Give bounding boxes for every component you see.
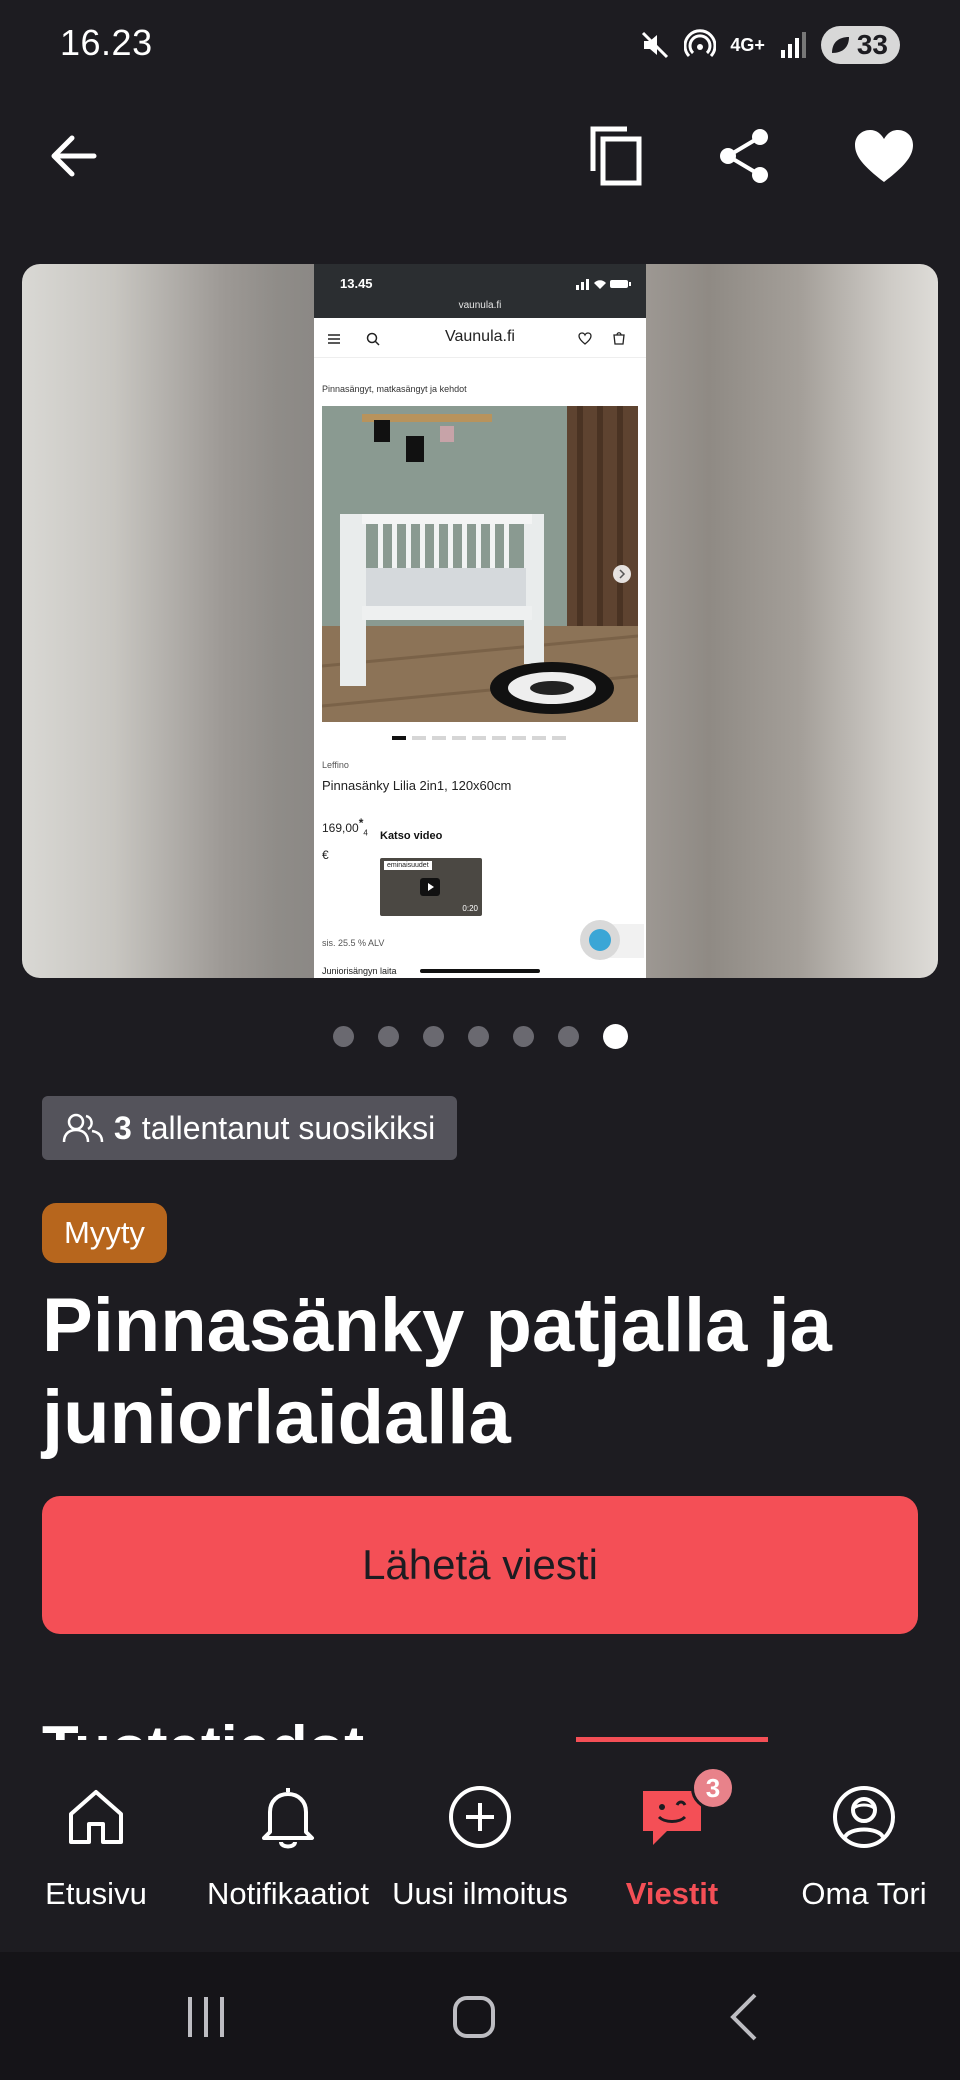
screenshot-product-name: Pinnasänky Lilia 2in1, 120x60cm xyxy=(322,778,512,793)
recents-button[interactable] xyxy=(166,1982,246,2052)
screenshot-price-sub: 4 xyxy=(363,828,368,838)
screenshot-site-header: Vaunula.fi xyxy=(314,318,646,358)
back-button[interactable] xyxy=(34,116,114,196)
listing-title: Pinnasänky patjalla ja juniorlaidalla xyxy=(42,1283,832,1460)
screenshot-time: 13.45 xyxy=(340,276,373,291)
screenshot-currency: € xyxy=(322,848,329,863)
bell-icon xyxy=(262,1788,314,1849)
messages-badge: 3 xyxy=(691,1766,735,1810)
chevron-left-icon xyxy=(730,1993,757,2041)
screenshot-video-duration: 0:20 xyxy=(462,904,478,913)
plus-circle-icon xyxy=(449,1786,511,1848)
nav-item-messages[interactable]: 3 Viestit xyxy=(576,1742,768,1952)
share-icon xyxy=(720,129,768,183)
pager-dot-active[interactable] xyxy=(602,1024,628,1049)
screenshot-carousel-dots xyxy=(392,736,566,740)
chat-bubble-icon xyxy=(580,920,644,960)
screenshot-status-icons xyxy=(576,279,631,290)
crib-photo xyxy=(322,406,638,722)
gallery-image: 13.45 vaunula.fi Vaunula.fi Pinnasängyt,… xyxy=(314,264,646,978)
home-button[interactable] xyxy=(434,1982,514,2052)
nav-item-notifications[interactable]: Notifikaatiot xyxy=(192,1742,384,1952)
pager-dot[interactable] xyxy=(377,1026,399,1047)
wishlist-icon xyxy=(578,332,592,345)
battery-level: 33 xyxy=(856,29,888,60)
screenshot-vat: sis. 25.5 % ALV xyxy=(322,938,385,948)
leaf-icon xyxy=(831,37,849,53)
image-gallery[interactable]: 13.45 vaunula.fi Vaunula.fi Pinnasängyt,… xyxy=(22,264,938,978)
screenshot-price: 169,00*4 € xyxy=(322,812,368,866)
section-heading-peek: Tuotetiedot xyxy=(42,1718,364,1740)
screenshot-url: vaunula.fi xyxy=(458,300,502,311)
pager-dot[interactable] xyxy=(467,1026,489,1047)
arrow-left-icon xyxy=(51,135,97,177)
screenshot-breadcrumb: Pinnasängyt, matkasängyt ja kehdot xyxy=(322,384,467,394)
nav-label-profile: Oma Tori xyxy=(801,1876,927,1911)
favorite-count: 3 xyxy=(114,1109,132,1146)
screenshot-home-indicator xyxy=(420,969,540,973)
favorite-button[interactable] xyxy=(844,116,924,196)
profile-icon xyxy=(833,1786,895,1848)
screenshot-brand: Leffino xyxy=(322,760,349,770)
status-icons: 4G+ 33 xyxy=(640,26,900,64)
signal-icon xyxy=(780,32,806,58)
nav-label-notifications: Notifikaatiot xyxy=(207,1876,369,1911)
network-label: 4G+ xyxy=(730,34,765,55)
gallery-pager[interactable] xyxy=(0,1024,960,1049)
nav-label-new-listing: Uusi ilmoitus xyxy=(392,1876,568,1911)
hotspot-icon xyxy=(684,29,717,58)
status-badge: Myyty xyxy=(42,1203,167,1263)
system-navigation-bar xyxy=(0,1952,960,2080)
mute-icon xyxy=(642,31,669,59)
system-back-button[interactable] xyxy=(704,1982,784,2052)
pager-dot[interactable] xyxy=(422,1026,444,1047)
pager-dot[interactable] xyxy=(332,1026,354,1047)
screenshot-video-title: Katso video xyxy=(380,830,443,842)
favorite-count-text: tallentanut suosikiksi xyxy=(141,1109,436,1146)
recents-icon xyxy=(188,1997,224,2037)
cart-icon xyxy=(613,332,625,345)
favorite-count-chip: 3 tallentanut suosikiksi xyxy=(42,1096,458,1160)
nav-item-home[interactable]: Etusivu xyxy=(0,1742,192,1952)
nav-label-messages: Viestit xyxy=(625,1876,719,1911)
nav-item-new-listing[interactable]: Uusi ilmoitus xyxy=(384,1742,576,1952)
status-time: 16.23 xyxy=(60,22,153,63)
battery-indicator: 33 xyxy=(820,26,900,64)
bottom-navigation: Etusivu Notifikaatiot Uusi ilmoitus 3 Vi… xyxy=(0,1742,960,1952)
pager-dot[interactable] xyxy=(512,1026,534,1047)
heart-icon xyxy=(855,130,913,182)
screenshot-status-bar: 13.45 vaunula.fi xyxy=(314,264,646,318)
nav-item-profile[interactable]: Oma Tori xyxy=(768,1742,960,1952)
home-square-icon xyxy=(453,1996,495,2038)
screenshot-junior-text: Juniorisängyn laita xyxy=(322,966,397,976)
screenshot-video-caption: eminaisuudet xyxy=(384,861,432,870)
copy-button[interactable] xyxy=(576,116,656,196)
people-icon xyxy=(62,1113,104,1143)
screenshot-site-logo: Vaunula.fi xyxy=(445,328,515,345)
send-message-button[interactable]: Lähetä viesti xyxy=(42,1496,918,1634)
screenshot-price-value: 169,00 xyxy=(322,821,359,835)
nav-label-home: Etusivu xyxy=(45,1876,147,1911)
play-icon xyxy=(420,878,440,896)
home-icon xyxy=(69,1790,123,1844)
share-button[interactable] xyxy=(704,116,784,196)
screenshot-video-thumb: eminaisuudet 0:20 xyxy=(380,858,482,916)
copy-icon xyxy=(590,126,642,186)
pager-dot[interactable] xyxy=(557,1026,579,1047)
